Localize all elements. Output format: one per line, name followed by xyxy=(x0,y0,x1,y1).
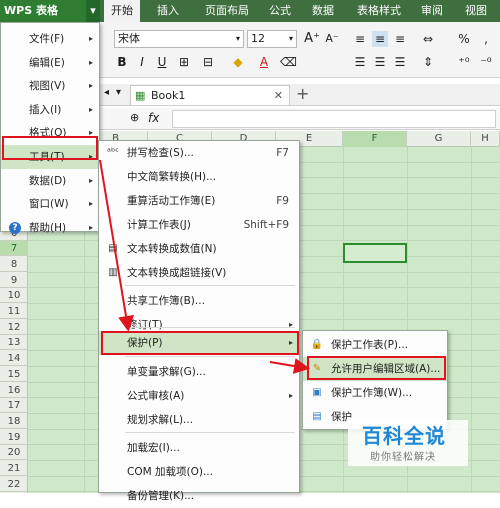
arrow-protect-to-allow-edit xyxy=(269,358,310,374)
watermark-slogan: 助你轻松解决 xyxy=(370,452,436,463)
watermark-brand: 百科全说 xyxy=(362,424,446,448)
watermark: 百科全说 助你轻松解决 xyxy=(348,420,468,466)
arrow-tools-to-protect xyxy=(99,159,134,332)
